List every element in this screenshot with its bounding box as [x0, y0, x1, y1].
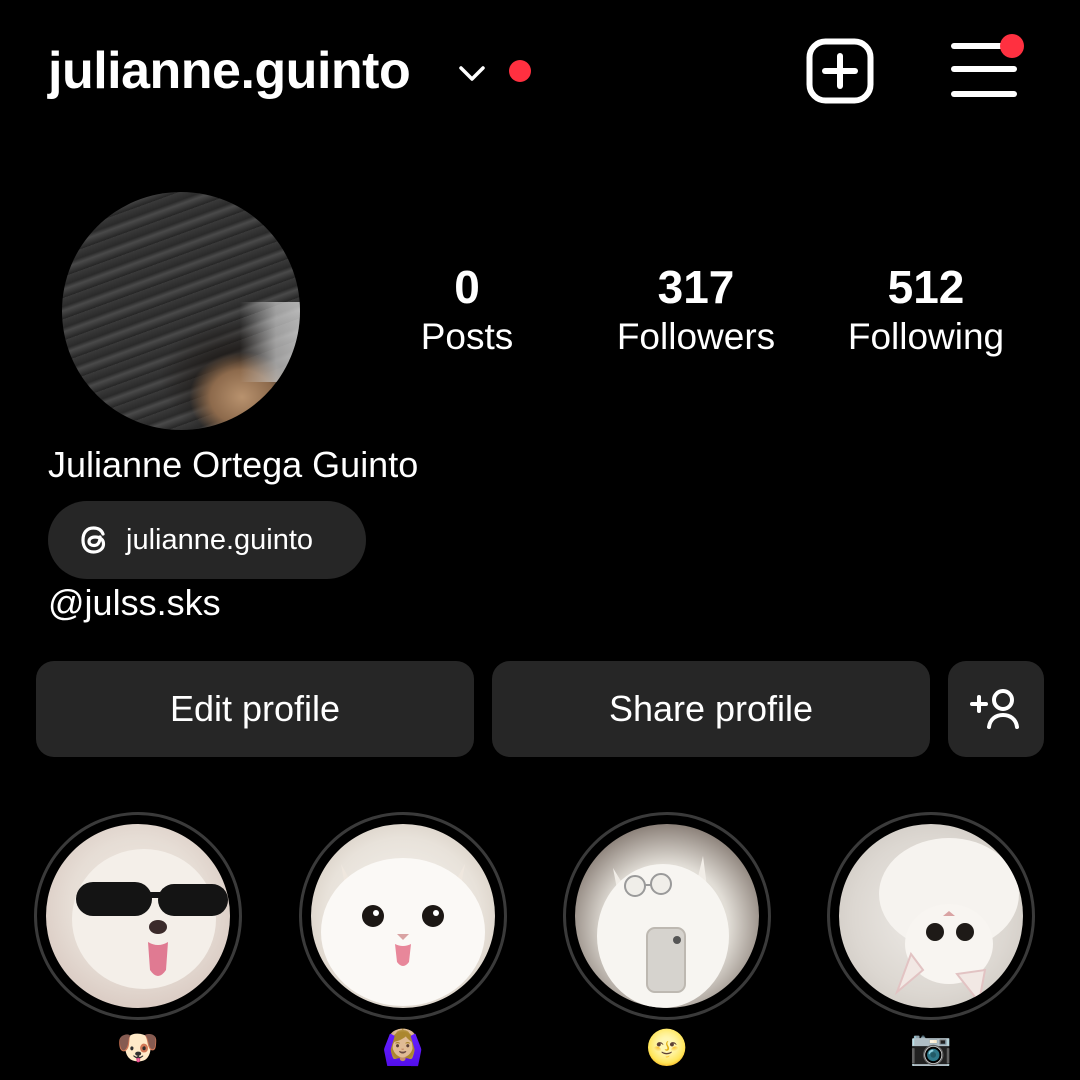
- edit-profile-button[interactable]: Edit profile: [36, 661, 474, 757]
- chevron-down-icon[interactable]: [455, 56, 489, 90]
- add-person-icon: [970, 689, 1019, 729]
- share-profile-button[interactable]: Share profile: [492, 661, 930, 757]
- story-highlight[interactable]: [299, 812, 507, 1020]
- highlight-label: 🐶: [116, 1029, 160, 1067]
- highlight-label: 📷: [909, 1029, 953, 1067]
- threads-handle: julianne.guinto: [126, 523, 314, 556]
- stat-following[interactable]: 512 Following: [826, 262, 1026, 360]
- threads-badge[interactable]: julianne.guinto: [48, 501, 366, 579]
- stat-posts: 0 Posts: [367, 262, 567, 360]
- stat-followers[interactable]: 317 Followers: [596, 262, 796, 360]
- story-highlight[interactable]: [827, 812, 1035, 1020]
- story-highlight[interactable]: [563, 812, 771, 1020]
- highlight-cover-image: [311, 824, 495, 1008]
- followers-count: 317: [657, 261, 735, 313]
- discover-people-button[interactable]: [948, 661, 1044, 757]
- menu-notification-dot: [1000, 34, 1024, 58]
- full-name: Julianne Ortega Guinto: [48, 444, 419, 485]
- story-highlight[interactable]: [34, 812, 242, 1020]
- threads-icon: [81, 526, 106, 554]
- followers-label: Followers: [616, 316, 776, 357]
- following-label: Following: [847, 316, 1005, 357]
- new-post-icon[interactable]: [806, 38, 874, 104]
- posts-count: 0: [454, 261, 480, 313]
- bio-text[interactable]: @julss.sks: [48, 580, 221, 626]
- highlight-label: 🌝: [645, 1029, 689, 1067]
- profile-avatar[interactable]: [62, 192, 300, 430]
- highlight-cover-image: [575, 824, 759, 1008]
- highlight-label: 🙆🏼‍♀️: [381, 1029, 425, 1067]
- highlight-cover-image: [839, 824, 1023, 1008]
- following-count: 512: [887, 261, 965, 313]
- notification-dot: [509, 60, 531, 82]
- highlight-cover-image: [46, 824, 230, 1008]
- profile-username[interactable]: julianne.guinto: [48, 38, 411, 104]
- posts-label: Posts: [420, 316, 514, 357]
